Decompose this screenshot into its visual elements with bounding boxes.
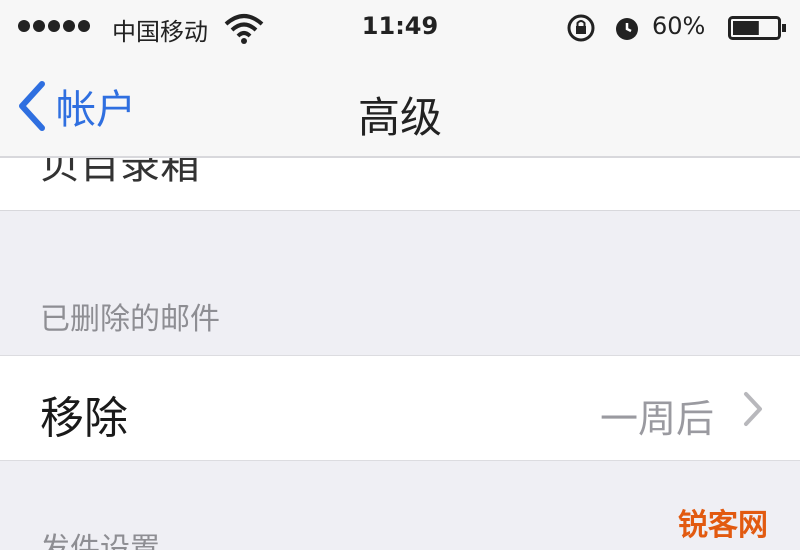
remove-setting-cell[interactable]: 移除 一周后 (0, 355, 800, 461)
watermark-text: 锐客网 (678, 508, 768, 543)
section-header-outgoing: 发件设置 (40, 532, 160, 550)
rotation-lock-icon (567, 14, 595, 42)
chevron-right-icon (744, 392, 762, 426)
remove-setting-label: 移除 (40, 393, 128, 444)
page-title: 高级 (357, 93, 442, 142)
mailbox-cell-label: 贝目录箱 (40, 158, 200, 188)
status-bar: 中国移动 11:49 60% (0, 0, 800, 56)
navigation-bar: 帐户 高级 (0, 56, 800, 158)
section-header-deleted-mail: 已删除的邮件 (40, 302, 220, 337)
battery-percent: 60% (652, 12, 706, 40)
battery-icon (728, 16, 786, 40)
mailbox-cell[interactable]: 贝目录箱 (0, 158, 800, 211)
alarm-clock-icon (616, 18, 638, 40)
remove-setting-value: 一周后 (599, 397, 714, 441)
